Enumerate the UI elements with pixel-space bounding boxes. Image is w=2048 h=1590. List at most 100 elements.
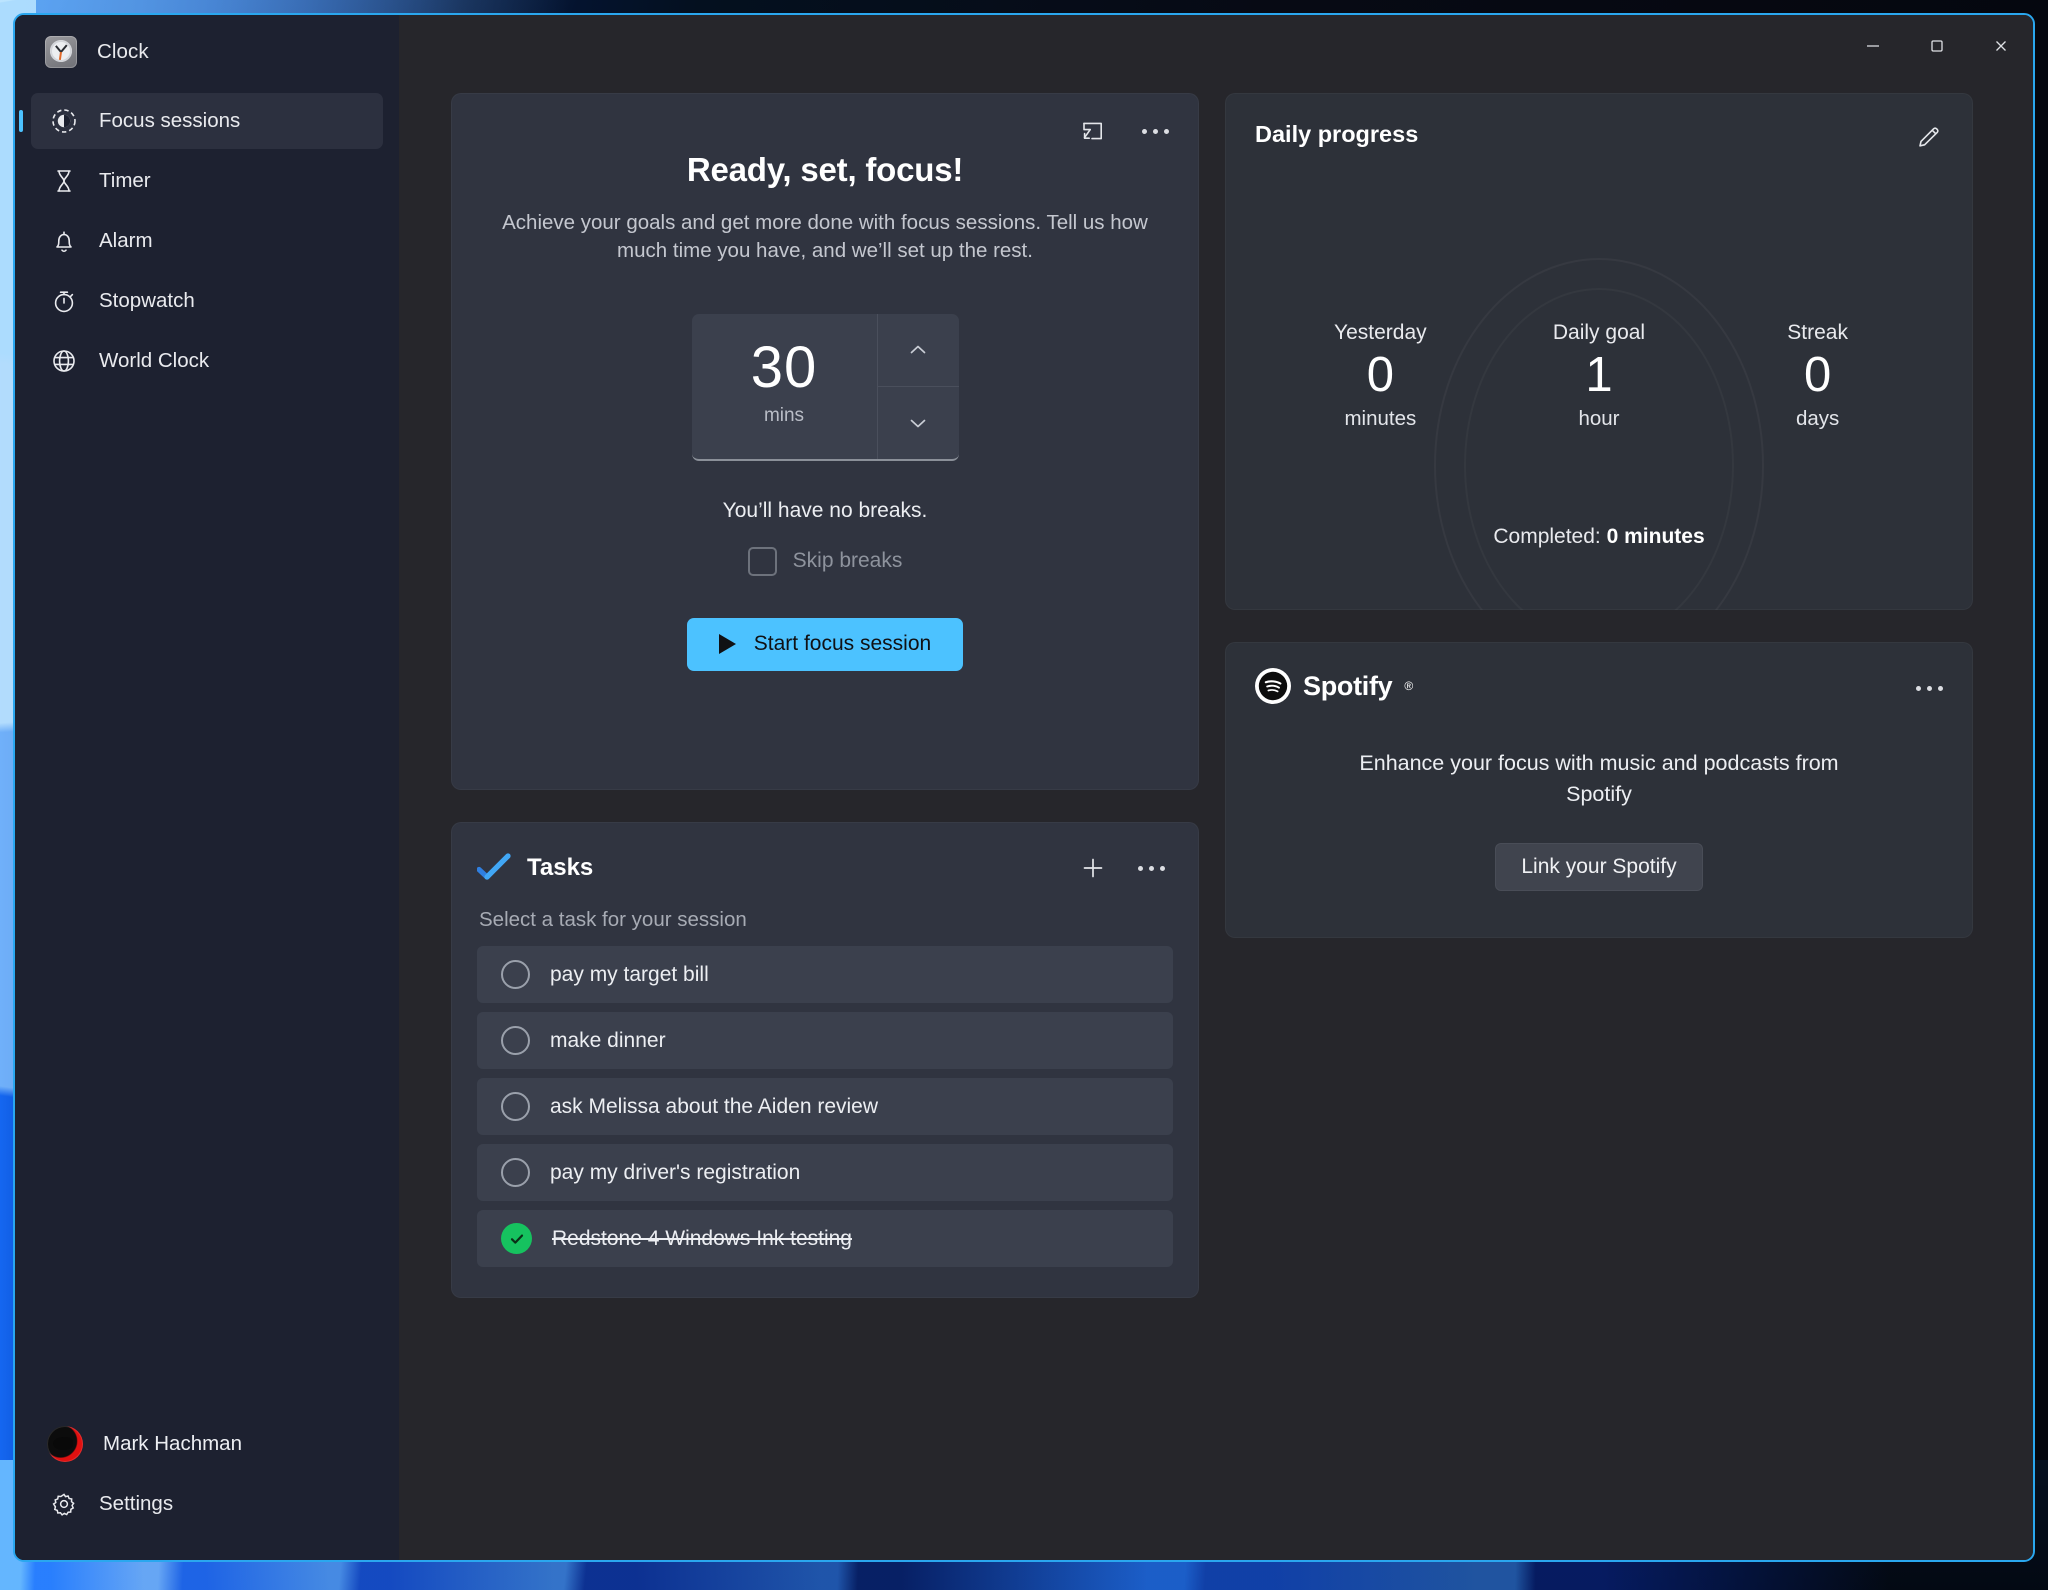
spotify-icon	[1255, 668, 1291, 704]
compact-overlay-icon[interactable]	[1071, 109, 1115, 153]
hourglass-icon	[49, 166, 79, 196]
focus-session-card: Ready, set, focus! Achieve your goals an…	[451, 93, 1199, 790]
stat-value: 0	[1804, 348, 1832, 402]
focus-description: Achieve your goals and get more done wit…	[502, 211, 1148, 263]
task-radio-icon[interactable]	[501, 960, 530, 989]
close-button[interactable]	[1969, 15, 2033, 77]
navigation-sidebar: Clock Focus sessions Timer Alarm Stopwat…	[15, 15, 399, 1560]
task-item-completed[interactable]: Redstone 4 Windows Ink testing	[477, 1210, 1173, 1267]
bell-icon	[49, 226, 79, 256]
duration-decrease-button[interactable]	[877, 385, 959, 459]
skip-breaks-checkbox[interactable]	[747, 546, 777, 576]
sidebar-item-stopwatch[interactable]: Stopwatch	[31, 273, 383, 329]
play-icon	[718, 634, 736, 655]
task-item[interactable]: pay my target bill	[477, 946, 1173, 1003]
spotify-description: Enhance your focus with music and podcas…	[1359, 751, 1839, 806]
daily-progress-card: Daily progress Yesterday 0 minutes Daily…	[1225, 93, 1973, 610]
sidebar-item-alarm[interactable]: Alarm	[31, 213, 383, 269]
link-spotify-button[interactable]: Link your Spotify	[1495, 843, 1703, 892]
sidebar-item-label: World Clock	[99, 349, 210, 372]
main-content: Ready, set, focus! Achieve your goals an…	[399, 15, 2033, 1560]
sidebar-footer: Mark Hachman Settings	[15, 1412, 399, 1560]
sidebar-item-settings[interactable]: Settings	[31, 1476, 383, 1532]
stat-yesterday: Yesterday 0 minutes	[1285, 321, 1475, 431]
avatar	[47, 1426, 83, 1462]
globe-icon	[49, 346, 79, 376]
task-item[interactable]: make dinner	[477, 1012, 1173, 1069]
skip-breaks-label: Skip breaks	[792, 549, 903, 573]
daily-progress-stats: Yesterday 0 minutes Daily goal 1 hour St…	[1225, 321, 1973, 431]
task-label: pay my driver's registration	[550, 1160, 801, 1184]
sidebar-item-focus-sessions[interactable]: Focus sessions	[31, 93, 383, 149]
gear-icon	[49, 1489, 79, 1519]
sidebar-item-timer[interactable]: Timer	[31, 153, 383, 209]
sidebar-item-label: Alarm	[99, 229, 153, 252]
sidebar-item-label: Settings	[99, 1492, 174, 1515]
stat-label: Daily goal	[1552, 321, 1646, 344]
task-label: make dinner	[550, 1028, 666, 1052]
duration-value-box[interactable]: 30 mins	[692, 314, 877, 459]
duration-value: 30	[750, 335, 818, 401]
sidebar-item-label: Timer	[99, 169, 151, 192]
breaks-status-text: You’ll have no breaks.	[722, 498, 928, 522]
duration-unit: mins	[763, 405, 805, 427]
window-controls	[1841, 15, 2033, 77]
microsoft-todo-icon	[476, 853, 511, 883]
duration-stepper[interactable]: 30 mins	[691, 313, 959, 461]
stat-value: 1	[1585, 348, 1613, 402]
stat-streak: Streak 0 days	[1723, 321, 1913, 431]
task-radio-icon[interactable]	[501, 1158, 530, 1187]
user-name-label: Mark Hachman	[103, 1432, 242, 1455]
completed-prefix: Completed:	[1493, 525, 1607, 548]
page-title: Ready, set, focus!	[686, 151, 964, 188]
task-item[interactable]: ask Melissa about the Aiden review	[477, 1078, 1173, 1135]
stat-label: Yesterday	[1334, 321, 1427, 344]
daily-progress-title: Daily progress	[1255, 121, 1419, 147]
task-item[interactable]: pay my driver's registration	[477, 1144, 1173, 1201]
more-options-icon[interactable]	[1129, 846, 1173, 890]
task-label: pay my target bill	[550, 962, 709, 986]
task-radio-icon[interactable]	[501, 1092, 530, 1121]
stat-unit: hour	[1578, 406, 1620, 430]
task-label: Redstone 4 Windows Ink testing	[552, 1226, 852, 1250]
spotify-brand-label: Spotify	[1303, 670, 1393, 701]
task-radio-icon[interactable]	[501, 1026, 530, 1055]
focus-sessions-icon	[49, 106, 79, 136]
task-label: ask Melissa about the Aiden review	[550, 1094, 879, 1118]
sidebar-item-label: Focus sessions	[99, 109, 241, 132]
sidebar-item-world-clock[interactable]: World Clock	[31, 333, 383, 389]
stat-unit: days	[1795, 406, 1840, 430]
tasks-list: pay my target bill make dinner ask Melis…	[477, 946, 1173, 1267]
completed-status: Completed: 0 minutes	[1225, 525, 1973, 549]
sidebar-item-account[interactable]: Mark Hachman	[31, 1416, 383, 1472]
pencil-edit-icon[interactable]	[1907, 115, 1951, 159]
duration-increase-button[interactable]	[878, 314, 959, 386]
sidebar-nav-list: Focus sessions Timer Alarm Stopwatch Wor…	[15, 89, 399, 393]
clock-app-window: Clock Focus sessions Timer Alarm Stopwat…	[13, 13, 2035, 1562]
stat-value: 0	[1366, 348, 1394, 402]
more-options-icon[interactable]	[1133, 109, 1177, 153]
stat-daily-goal: Daily goal 1 hour	[1504, 321, 1694, 431]
focus-card-actions	[1071, 109, 1177, 153]
stat-label: Streak	[1787, 321, 1848, 344]
app-title-bar: Clock	[15, 21, 399, 83]
task-completed-check-icon[interactable]	[501, 1223, 532, 1254]
maximize-button[interactable]	[1905, 15, 1969, 77]
completed-value: 0 minutes	[1606, 525, 1705, 548]
spotify-trademark: ®	[1404, 679, 1414, 693]
tasks-subtitle: Select a task for your session	[479, 908, 747, 931]
clock-icon	[45, 36, 77, 68]
tasks-title: Tasks	[527, 854, 594, 881]
app-title-label: Clock	[97, 40, 149, 63]
more-options-icon[interactable]	[1907, 666, 1951, 710]
stopwatch-icon	[49, 286, 79, 316]
stat-unit: minutes	[1344, 406, 1417, 430]
tasks-card: Tasks Select a task for your session pay…	[451, 822, 1199, 1298]
minimize-button[interactable]	[1841, 15, 1905, 77]
start-focus-session-label: Start focus session	[753, 632, 932, 656]
sidebar-item-label: Stopwatch	[99, 289, 195, 312]
right-column: Daily progress Yesterday 0 minutes Daily…	[1225, 93, 1973, 1560]
start-focus-session-button[interactable]: Start focus session	[686, 617, 964, 671]
left-column: Ready, set, focus! Achieve your goals an…	[451, 93, 1199, 1560]
plus-icon[interactable]	[1071, 846, 1115, 890]
